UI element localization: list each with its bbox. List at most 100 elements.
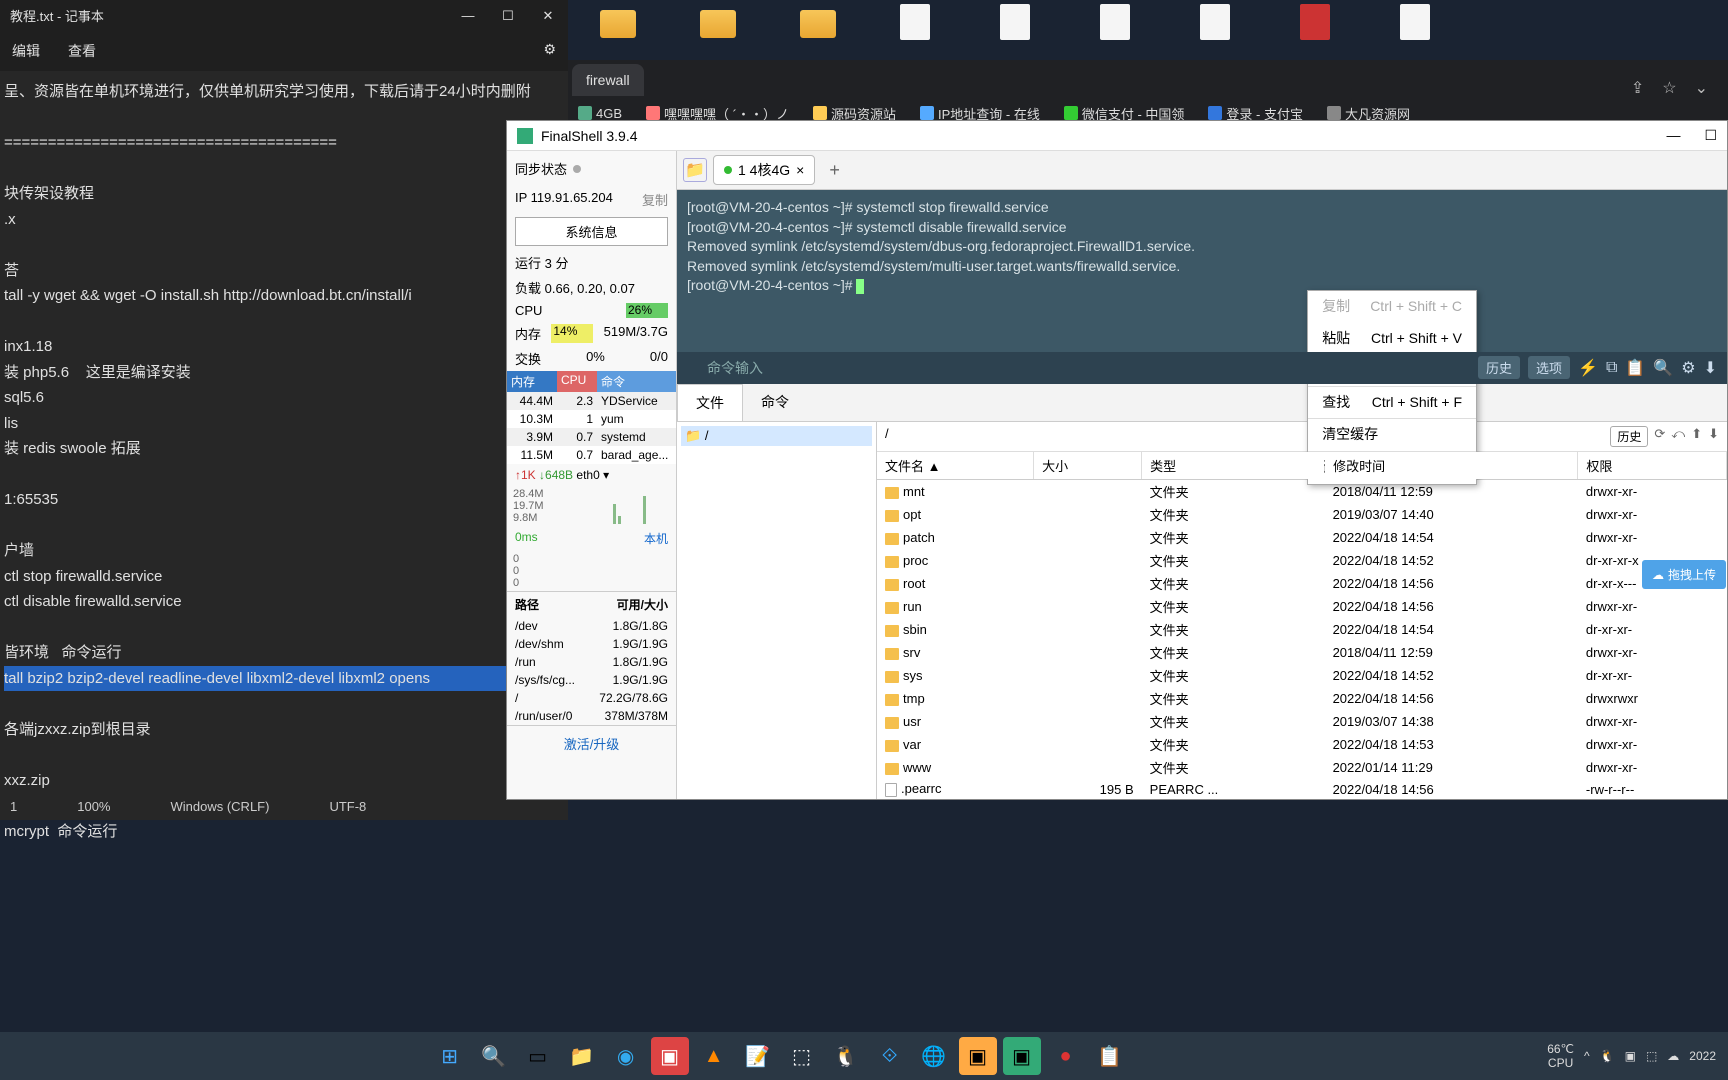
file-row[interactable]: sbin文件夹2022/04/18 14:54dr-xr-xr- — [877, 618, 1727, 641]
tab-files[interactable]: 文件 — [677, 384, 743, 421]
process-row[interactable]: 3.9M0.7systemd — [507, 428, 676, 446]
desktop-doc-icon[interactable] — [900, 4, 940, 44]
file-row[interactable]: www文件夹2022/01/14 11:29drwxr-xr- — [877, 756, 1727, 779]
minimize-button[interactable]: — — [1666, 127, 1680, 144]
maximize-button[interactable]: ☐ — [498, 8, 518, 24]
start-button[interactable]: ⊞ — [431, 1037, 469, 1075]
tab-commands[interactable]: 命令 — [743, 384, 807, 421]
desktop-doc-icon[interactable] — [1400, 4, 1440, 44]
context-menu-item[interactable]: 粘贴Ctrl + Shift + V — [1308, 323, 1476, 355]
app-icon[interactable]: ⬚ — [783, 1037, 821, 1075]
context-menu-item[interactable]: 查找Ctrl + Shift + F — [1308, 387, 1476, 419]
tray-icon[interactable]: ⬚ — [1646, 1049, 1657, 1063]
col-perm[interactable]: 权限 — [1578, 452, 1727, 480]
copy-icon[interactable]: ⧉ — [1606, 359, 1617, 377]
options-button[interactable]: 选项 — [1528, 356, 1570, 379]
copy-link[interactable]: 复制 — [642, 190, 668, 209]
download-icon[interactable]: ⬇ — [1708, 426, 1719, 447]
tray-icon[interactable]: 🐧 — [1600, 1049, 1615, 1063]
share-icon[interactable]: ⇪ — [1631, 78, 1644, 98]
current-path[interactable]: / — [885, 426, 889, 447]
desktop-doc-icon[interactable] — [1000, 4, 1040, 44]
star-icon[interactable]: ☆ — [1662, 78, 1676, 98]
refresh-icon[interactable]: ⟳ — [1654, 426, 1665, 447]
clock[interactable]: 2022 — [1689, 1049, 1716, 1063]
process-row[interactable]: 44.4M2.3YDService — [507, 392, 676, 410]
record-icon[interactable]: ● — [1047, 1037, 1085, 1075]
process-row[interactable]: 11.5M0.7barad_age... — [507, 446, 676, 464]
app-icon[interactable]: 📋 — [1091, 1037, 1129, 1075]
chrome-icon[interactable]: 🌐 — [915, 1037, 953, 1075]
context-menu-item[interactable]: 清空缓存 — [1308, 419, 1476, 451]
app-icon[interactable]: ▣ — [959, 1037, 997, 1075]
chevron-up-icon[interactable]: ^ — [1584, 1049, 1590, 1063]
search-icon[interactable]: 🔍 — [1653, 358, 1673, 378]
notepad-icon[interactable]: 📝 — [739, 1037, 777, 1075]
desktop-doc-icon[interactable] — [1100, 4, 1140, 44]
gear-icon[interactable]: ⚙ — [543, 41, 556, 61]
col-name[interactable]: 文件名 ▲ — [877, 452, 1034, 480]
file-row[interactable]: opt文件夹2019/03/07 14:40drwxr-xr- — [877, 503, 1727, 526]
taskview-button[interactable]: ▭ — [519, 1037, 557, 1075]
command-input[interactable]: 命令输入 — [707, 360, 763, 376]
cpu-temp[interactable]: 66℃ CPU — [1547, 1042, 1574, 1071]
session-tab[interactable]: 1 4核4G × — [713, 155, 815, 185]
gear-icon[interactable]: ⚙ — [1681, 358, 1695, 378]
finalshell-icon[interactable]: ▣ — [1003, 1037, 1041, 1075]
file-row[interactable]: .pearrc195 BPEARRC ...2022/04/18 14:56-r… — [877, 779, 1727, 799]
file-row[interactable]: var文件夹2022/04/18 14:53drwxr-xr- — [877, 733, 1727, 756]
file-row[interactable]: root文件夹2022/04/18 14:56dr-xr-x--- — [877, 572, 1727, 595]
file-tree[interactable]: 📁 / — [677, 422, 877, 799]
tray-icon[interactable]: ☁ — [1667, 1049, 1679, 1063]
browser-tab[interactable]: firewall — [572, 64, 644, 96]
file-row[interactable]: tmp文件夹2022/04/18 14:56drwxrwxr — [877, 687, 1727, 710]
paste-icon[interactable]: 📋 — [1625, 358, 1645, 378]
file-row[interactable]: srv文件夹2018/04/11 12:59drwxr-xr- — [877, 641, 1727, 664]
search-button[interactable]: 🔍 — [475, 1037, 513, 1075]
activate-link[interactable]: 激活/升级 — [507, 725, 676, 761]
bolt-icon[interactable]: ⚡ — [1578, 358, 1598, 378]
file-row[interactable]: run文件夹2022/04/18 14:56drwxr-xr- — [877, 595, 1727, 618]
close-icon[interactable]: × — [796, 162, 804, 178]
tree-root[interactable]: 📁 / — [681, 426, 872, 446]
process-row[interactable]: 10.3M1yum — [507, 410, 676, 428]
back-icon[interactable]: ⤺ — [1671, 426, 1685, 447]
desktop-folder-icon[interactable] — [600, 4, 640, 44]
qq-icon[interactable]: 🐧 — [827, 1037, 865, 1075]
col-date[interactable]: 修改时间 — [1325, 452, 1578, 480]
file-row[interactable]: usr文件夹2019/03/07 14:38drwxr-xr- — [877, 710, 1727, 733]
menu-edit[interactable]: 编辑 — [12, 41, 40, 61]
col-size[interactable]: 大小 — [1034, 452, 1142, 480]
notepad-titlebar[interactable]: 教程.txt - 记事本 — ☐ ✕ — [0, 0, 568, 31]
sysinfo-button[interactable]: 系统信息 — [515, 217, 668, 246]
upload-icon[interactable]: ⬆ — [1691, 426, 1702, 447]
minimize-button[interactable]: — — [458, 8, 478, 24]
terminal[interactable]: [root@VM-20-4-centos ~]# systemctl stop … — [677, 190, 1727, 352]
finalshell-titlebar[interactable]: FinalShell 3.9.4 — ☐ — [507, 121, 1727, 151]
desktop-doc-icon[interactable] — [1200, 4, 1240, 44]
desktop-folder-icon[interactable] — [700, 4, 740, 44]
file-row[interactable]: proc文件夹2022/04/18 14:52dr-xr-xr-x — [877, 549, 1727, 572]
drag-upload-button[interactable]: ☁ 拖拽上传 — [1642, 560, 1726, 589]
history-button[interactable]: 历史 — [1478, 356, 1520, 379]
chevron-down-icon[interactable]: ⌄ — [1695, 78, 1708, 98]
file-row[interactable]: mnt文件夹2018/04/11 12:59drwxr-xr- — [877, 480, 1727, 504]
vscode-icon[interactable]: ⟐ — [871, 1037, 909, 1075]
process-table-header[interactable]: 内存 CPU 命令 — [507, 371, 676, 392]
close-button[interactable]: ✕ — [538, 8, 558, 24]
file-row[interactable]: sys文件夹2022/04/18 14:52dr-xr-xr- — [877, 664, 1727, 687]
edge-icon[interactable]: ◉ — [607, 1037, 645, 1075]
menu-view[interactable]: 查看 — [68, 41, 96, 61]
notepad-content[interactable]: 呈、资源皆在单机环境进行，仅供单机研究学习使用，下载后请于24小时内删附 ===… — [0, 71, 568, 852]
history-button[interactable]: 历史 — [1610, 426, 1648, 447]
explorer-icon[interactable]: 📁 — [563, 1037, 601, 1075]
desktop-app-icon[interactable] — [1300, 4, 1340, 44]
maximize-button[interactable]: ☐ — [1704, 127, 1717, 144]
file-row[interactable]: patch文件夹2022/04/18 14:54drwxr-xr- — [877, 526, 1727, 549]
file-table[interactable]: 文件名 ▲ 大小 类型 修改时间 权限 mnt文件夹2018/04/11 12:… — [877, 452, 1727, 799]
tray-icon[interactable]: ▣ — [1625, 1049, 1636, 1063]
app-icon[interactable]: ▣ — [651, 1037, 689, 1075]
desktop-folder-icon[interactable] — [800, 4, 840, 44]
home-button[interactable]: 📁 — [683, 158, 707, 182]
vlc-icon[interactable]: ▲ — [695, 1037, 733, 1075]
